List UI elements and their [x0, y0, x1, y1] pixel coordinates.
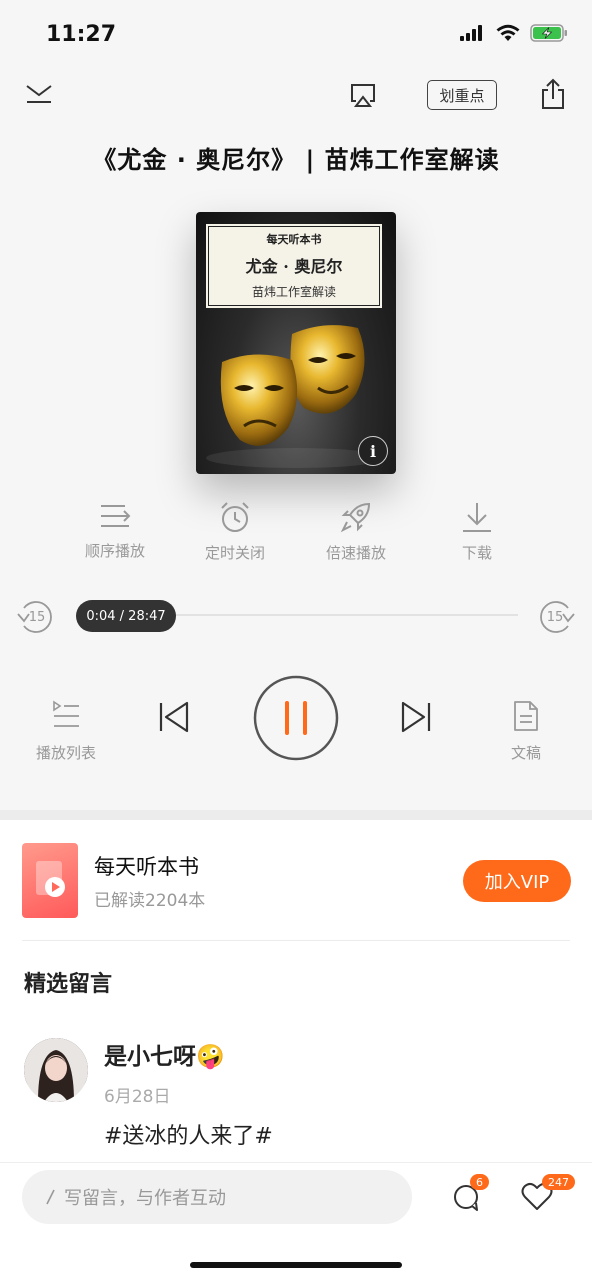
battery-charging-icon [530, 24, 567, 42]
comment-author[interactable]: 是小七呀🤪 [104, 1037, 225, 1071]
cellular-signal-icon [460, 25, 482, 41]
sequence-icon [101, 505, 131, 527]
playlist-button[interactable]: 播放列表 [30, 700, 102, 763]
transcript-label: 文稿 [510, 744, 541, 762]
status-icons [460, 24, 568, 42]
next-track-button[interactable] [400, 700, 432, 734]
comment-text: #送冰的人来了# [104, 1124, 273, 1149]
airplay-icon [351, 84, 375, 107]
rocket-icon [340, 502, 371, 533]
transcript-button[interactable]: 文稿 [490, 700, 562, 763]
airplay-button[interactable] [348, 80, 378, 110]
comment-input[interactable]: 写留言，与作者互动 [22, 1170, 412, 1224]
rewind-15-icon: 15 [17, 601, 52, 633]
golden-masks-image [206, 325, 386, 468]
download-icon [463, 503, 491, 532]
collapse-button[interactable] [24, 82, 54, 106]
comments-section-title: 精选留言 [24, 972, 113, 997]
like-count-badge: 247 [542, 1174, 575, 1190]
vip-book-icon[interactable] [22, 843, 78, 918]
share-icon [542, 78, 564, 109]
forward-15-button[interactable]: 15 [536, 598, 576, 634]
chevron-down-icon [26, 85, 52, 103]
vip-subtitle: 已解读2204本 [94, 891, 206, 911]
page-title: 《尤金 · 奥尼尔》 | 苗炜工作室解读 [92, 146, 500, 174]
comment-date: 6月28日 [104, 1087, 171, 1107]
avatar[interactable] [24, 1038, 88, 1102]
info-icon[interactable]: i [358, 436, 388, 466]
sleep-timer-button[interactable]: 定时关闭 [190, 500, 280, 563]
home-indicator [190, 1262, 402, 1268]
highlight-button[interactable]: 划重点 [427, 80, 497, 110]
previous-track-button[interactable] [158, 700, 190, 734]
user-photo [24, 1038, 88, 1102]
alarm-clock-icon [221, 502, 249, 532]
wifi-icon [496, 24, 520, 41]
share-button[interactable] [540, 78, 566, 110]
skip-next-icon [401, 701, 431, 733]
sequence-play-label: 顺序播放 [84, 542, 145, 560]
rewind-seconds: 15 [29, 610, 46, 625]
play-badge-icon [36, 861, 65, 897]
document-icon [514, 701, 538, 731]
playlist-label: 播放列表 [35, 744, 96, 762]
download-button[interactable]: 下载 [432, 500, 522, 563]
speed-button[interactable]: 倍速播放 [311, 500, 401, 563]
comment-input-placeholder: 写留言，与作者互动 [64, 1188, 226, 1209]
playlist-icon [53, 700, 79, 727]
divider-line [22, 940, 570, 941]
skip-previous-icon [159, 701, 189, 733]
forward-seconds: 15 [547, 610, 564, 625]
pencil-icon [46, 1189, 55, 1205]
sleep-timer-label: 定时关闭 [204, 544, 265, 562]
sequence-play-button[interactable]: 顺序播放 [70, 500, 160, 561]
comment-count-badge: 6 [470, 1174, 489, 1190]
vip-title[interactable]: 每天听本书 [94, 851, 199, 881]
rewind-15-button[interactable]: 15 [16, 598, 56, 634]
play-pause-button[interactable] [252, 674, 340, 762]
pause-icon [253, 675, 339, 761]
status-time: 11:27 [46, 22, 117, 47]
speed-label: 倍速播放 [325, 544, 386, 562]
progress-thumb[interactable]: 0:04 / 28:47 [76, 600, 176, 632]
join-vip-button[interactable]: 加入VIP [463, 860, 571, 902]
book-cover[interactable]: 每天听本书 尤金 · 奥尼尔 苗炜工作室解读 i [196, 212, 396, 474]
download-label: 下载 [461, 544, 492, 562]
forward-15-icon: 15 [540, 601, 575, 633]
section-divider [0, 810, 592, 820]
